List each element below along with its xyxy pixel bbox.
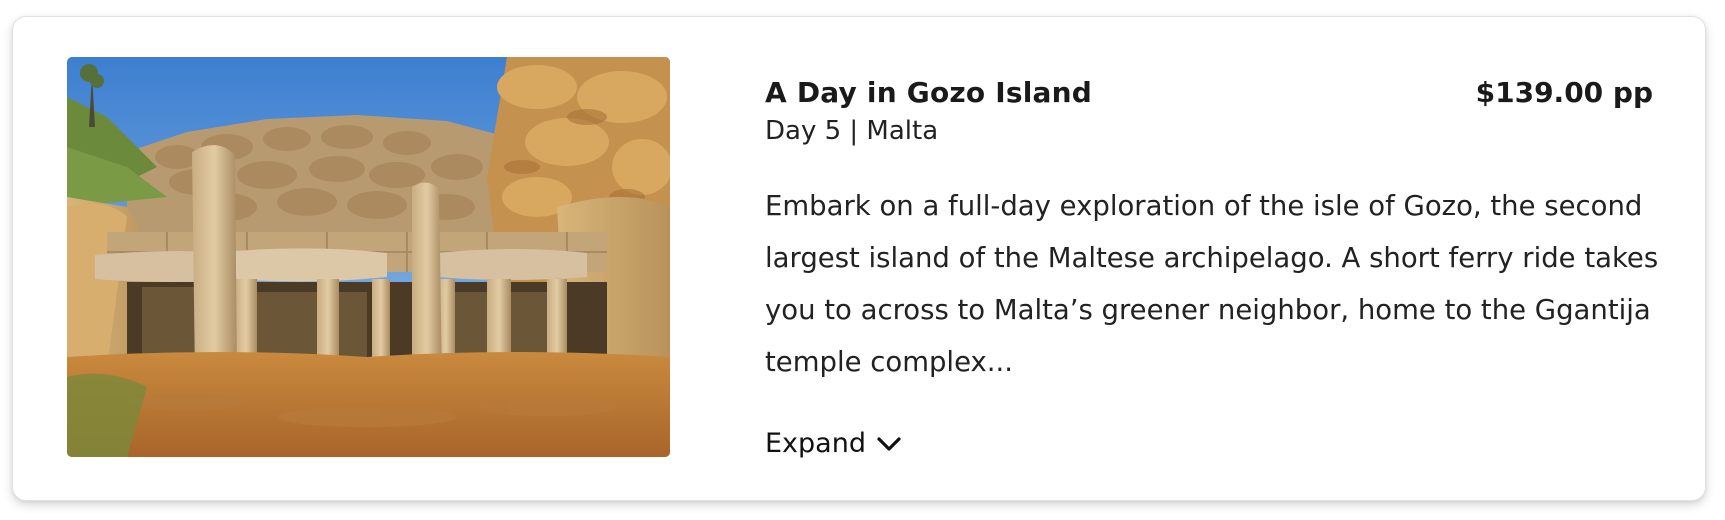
temple-ruins-image — [67, 57, 670, 457]
expand-button[interactable]: Expand — [765, 426, 902, 462]
chevron-down-icon — [877, 437, 901, 451]
tour-photo — [67, 57, 670, 457]
expand-label: Expand — [765, 428, 866, 459]
tour-card: A Day in Gozo Island $139.00 pp Day 5 | … — [12, 16, 1706, 501]
tour-description: Embark on a full-day exploration of the … — [765, 190, 1659, 378]
tour-day-location: Day 5 | Malta — [765, 116, 939, 146]
tour-price: $139.00 pp — [1475, 76, 1653, 109]
tour-title: A Day in Gozo Island — [765, 76, 1093, 109]
